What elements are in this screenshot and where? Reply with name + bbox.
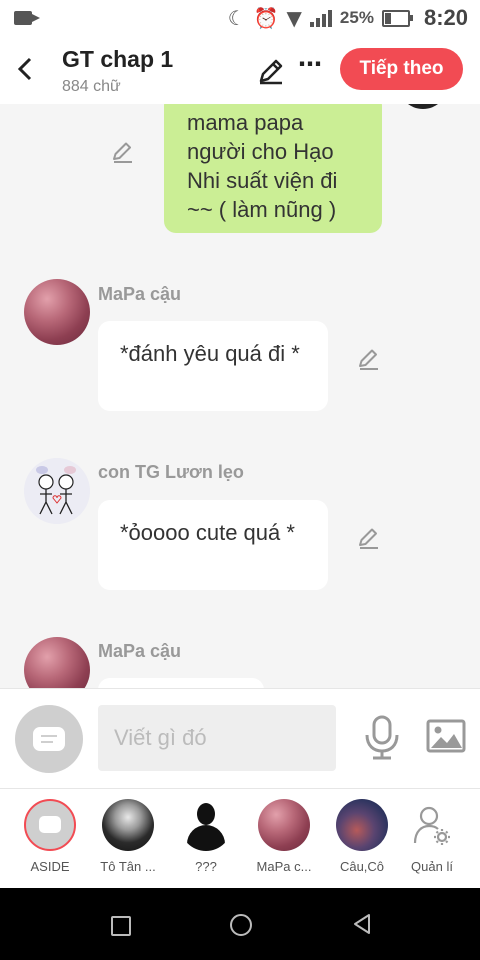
home-button[interactable] [230,914,252,936]
message-bubble-left[interactable]: *đánh yêu quá đi * [98,321,328,411]
image-icon [426,719,466,753]
character-label: Quản lí [411,859,453,874]
character-label: MaPa c... [256,859,312,874]
word-count: 884 chữ [62,78,121,95]
character-item[interactable]: MaPa c... [246,799,322,874]
aside-toggle-button[interactable] [15,705,83,773]
sender-name: MaPa cậu [98,641,182,661]
avatar [258,799,310,851]
character-label: ASIDE [30,859,70,874]
sender-name: con TG Lươn lẹo [98,462,244,482]
character-item[interactable]: Tô Tân ... [90,799,166,874]
insert-image-button[interactable] [426,719,466,755]
user-settings-icon [406,799,458,851]
character-label: Tô Tân ... [100,859,156,874]
message-input[interactable] [98,705,336,771]
character-label: ??? [195,859,217,874]
recent-apps-button[interactable] [111,916,131,936]
bunny-drawing-icon [24,458,90,524]
wifi-icon: ▼ [286,6,302,30]
triangle-back-icon [354,914,370,934]
pencil-icon [359,349,378,370]
avatar[interactable] [24,458,90,524]
message-bubble-right[interactable]: mama papa người cho Hạo Nhi suất viện đi… [164,104,382,233]
character-item[interactable]: ??? [168,799,244,874]
back-nav-button[interactable] [352,913,372,940]
edit-message-button[interactable] [357,347,381,371]
chat-bubble-icon [33,727,65,751]
battery-percent: 25% [339,8,374,27]
page-title: GT chap 1 [62,46,174,72]
battery-icon [381,9,413,27]
header: GT chap 1 884 chữ ⋯ Tiếp theo [0,36,480,104]
input-bar [0,688,480,789]
next-button[interactable]: Tiếp theo [340,48,463,90]
status-bar: ☾ ⏰ ▼ 25% 8:20 [0,0,480,36]
chat-bubble-icon [39,816,61,833]
character-label: Câu,Cô [339,859,385,874]
system-nav-bar [0,888,480,960]
chat-area[interactable]: mama papa người cho Hạo Nhi suất viện đi… [0,104,480,688]
chevron-left-icon [17,57,32,81]
sender-name: MaPa cậu [98,284,182,304]
character-item[interactable]: Câu,Cô [324,799,400,874]
character-bar: ASIDE Tô Tân ... ??? MaPa c... Câu,Cô Qu… [0,788,480,889]
avatar[interactable] [398,104,448,109]
character-aside[interactable]: ASIDE [12,799,88,874]
pencil-icon [359,528,378,549]
signal-icon [309,9,332,27]
manage-characters-button[interactable]: Quản lí [394,799,470,874]
microphone-icon [365,715,399,760]
edit-message-button[interactable] [357,526,381,550]
edit-message-button[interactable] [111,140,135,164]
pencil-icon [113,142,132,163]
moon-icon: ☾ [227,6,246,30]
avatar[interactable] [24,279,90,345]
video-camera-icon [14,11,40,25]
message-bubble-left[interactable] [98,678,264,688]
message-bubble-left[interactable]: *ỏoooo cute quá * [98,500,328,590]
avatar[interactable] [24,637,90,688]
avatar [24,799,76,851]
avatar [336,799,388,851]
edit-title-button[interactable] [256,56,286,86]
clock: 8:20 [423,5,468,30]
avatar [102,799,154,851]
microphone-button[interactable] [362,715,402,761]
status-icons: ☾ ⏰ ▼ 25% 8:20 [227,5,468,30]
more-options-button[interactable]: ⋯ [298,50,323,79]
alarm-icon: ⏰ [253,6,279,30]
avatar [180,799,232,851]
pencil-icon [259,59,283,85]
back-button[interactable] [14,54,38,84]
